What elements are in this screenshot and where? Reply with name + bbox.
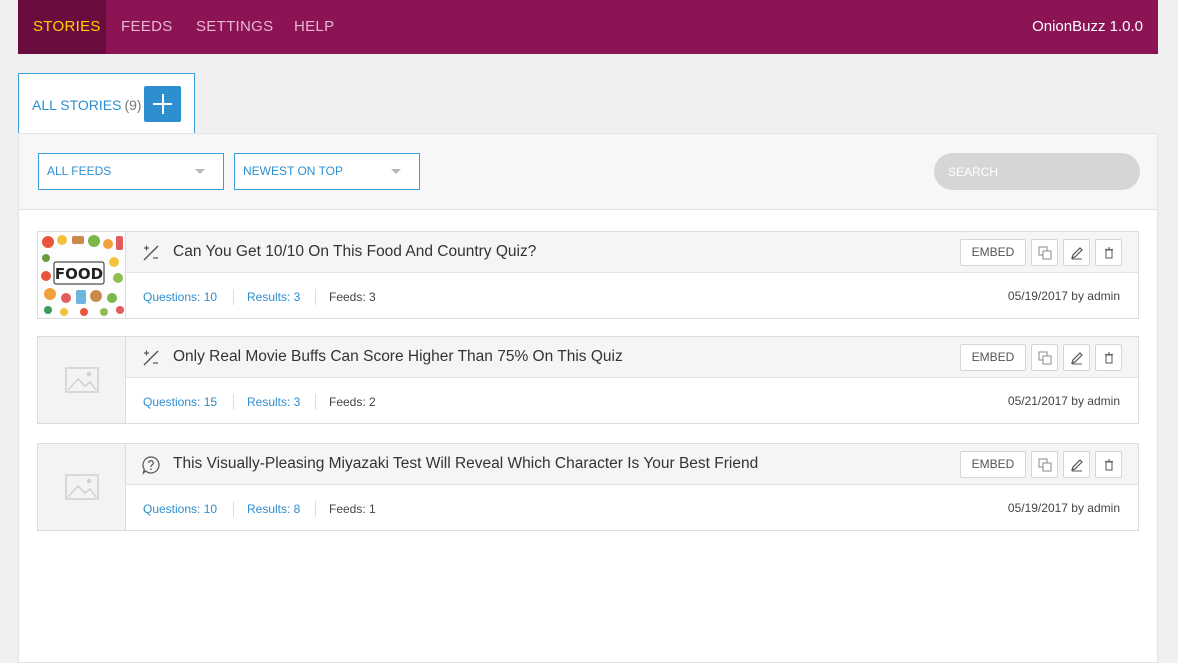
divider	[315, 394, 316, 410]
nav-feeds[interactable]: FEEDS	[121, 0, 173, 54]
story-meta: Questions: 10 Results: 3 Feeds: 3 05/19/…	[126, 273, 1138, 318]
divider	[233, 289, 234, 305]
questions-link[interactable]: Questions: 10	[143, 485, 217, 533]
feed-filter-select[interactable]: ALL FEEDS	[38, 153, 224, 190]
feed-filter-value: ALL FEEDS	[47, 164, 112, 178]
embed-button[interactable]: EMBED	[960, 239, 1026, 266]
delete-button[interactable]	[1095, 344, 1122, 371]
story-date: 05/19/2017 by admin	[1007, 289, 1120, 303]
embed-button[interactable]: EMBED	[960, 451, 1026, 478]
trash-icon	[1105, 247, 1113, 259]
question-bubble-icon	[142, 456, 160, 475]
percent-icon	[143, 350, 159, 366]
trash-icon	[1105, 459, 1113, 471]
chevron-down-icon	[391, 169, 401, 174]
sort-select[interactable]: NEWEST ON TOP	[234, 153, 420, 190]
feeds-count: Feeds: 1	[329, 502, 376, 516]
story-header: Can You Get 10/10 On This Food And Count…	[126, 232, 1138, 273]
story-header: This Visually-Pleasing Miyazaki Test Wil…	[126, 444, 1138, 485]
story-card: FOOD Can You Get 10/10 On This Food And …	[37, 231, 1139, 319]
questions-link[interactable]: Questions: 10	[143, 273, 217, 321]
app-brand: OnionBuzz 1.0.0	[1032, 18, 1143, 35]
tab-all-stories-label: ALL STORIES	[32, 97, 122, 113]
duplicate-button[interactable]	[1031, 239, 1058, 266]
delete-button[interactable]	[1095, 451, 1122, 478]
copy-icon	[1038, 351, 1052, 365]
story-thumbnail[interactable]	[38, 337, 126, 423]
nav-stories[interactable]: STORIES	[18, 0, 106, 54]
pencil-icon	[1071, 459, 1083, 472]
feeds-count: Feeds: 2	[329, 395, 376, 409]
duplicate-button[interactable]	[1031, 451, 1058, 478]
duplicate-button[interactable]	[1031, 344, 1058, 371]
divider	[315, 501, 316, 517]
results-link[interactable]: Results: 3	[247, 378, 300, 426]
food-image: FOOD	[38, 232, 125, 318]
divider	[233, 394, 234, 410]
edit-button[interactable]	[1063, 451, 1090, 478]
story-date: 05/21/2017 by admin	[1007, 394, 1120, 408]
story-thumbnail[interactable]: FOOD	[38, 232, 126, 318]
story-card: This Visually-Pleasing Miyazaki Test Wil…	[37, 443, 1139, 531]
chevron-down-icon	[195, 169, 205, 174]
story-meta: Questions: 10 Results: 8 Feeds: 1 05/19/…	[126, 485, 1138, 530]
embed-button[interactable]: EMBED	[960, 344, 1026, 371]
copy-icon	[1038, 246, 1052, 260]
results-link[interactable]: Results: 8	[247, 485, 300, 533]
search-input[interactable]	[934, 153, 1140, 190]
feeds-count: Feeds: 3	[329, 290, 376, 304]
edit-button[interactable]	[1063, 344, 1090, 371]
tab-all-stories[interactable]: ALL STORIES (9)	[18, 73, 195, 134]
story-title[interactable]: Only Real Movie Buffs Can Score Higher T…	[173, 337, 623, 377]
divider	[315, 289, 316, 305]
image-placeholder-icon	[65, 367, 99, 393]
copy-icon	[1038, 458, 1052, 472]
stories-count: (9)	[124, 97, 142, 113]
edit-button[interactable]	[1063, 239, 1090, 266]
story-card: Only Real Movie Buffs Can Score Higher T…	[37, 336, 1139, 424]
pencil-icon	[1071, 247, 1083, 260]
stories-panel: ALL FEEDS NEWEST ON TOP FOOD	[18, 133, 1158, 663]
divider	[233, 501, 234, 517]
svg-text:FOOD: FOOD	[55, 265, 103, 283]
story-header: Only Real Movie Buffs Can Score Higher T…	[126, 337, 1138, 378]
sort-value: NEWEST ON TOP	[243, 164, 344, 178]
pencil-icon	[1071, 352, 1083, 365]
story-thumbnail[interactable]	[38, 444, 126, 530]
image-placeholder-icon	[65, 474, 99, 500]
results-link[interactable]: Results: 3	[247, 273, 300, 321]
nav-help[interactable]: HELP	[294, 0, 334, 54]
tab-all-stories-text: ALL STORIES (9)	[32, 74, 142, 136]
story-title[interactable]: This Visually-Pleasing Miyazaki Test Wil…	[173, 444, 758, 484]
nav-settings[interactable]: SETTINGS	[196, 0, 273, 54]
add-story-button[interactable]	[144, 86, 181, 122]
story-meta: Questions: 15 Results: 3 Feeds: 2 05/21/…	[126, 378, 1138, 423]
story-date: 05/19/2017 by admin	[1007, 501, 1120, 515]
trash-icon	[1105, 352, 1113, 364]
percent-icon	[143, 245, 159, 261]
story-title[interactable]: Can You Get 10/10 On This Food And Count…	[173, 232, 536, 272]
filter-bar: ALL FEEDS NEWEST ON TOP	[19, 134, 1157, 210]
delete-button[interactable]	[1095, 239, 1122, 266]
top-nav: STORIES FEEDS SETTINGS HELP OnionBuzz 1.…	[18, 0, 1158, 54]
questions-link[interactable]: Questions: 15	[143, 378, 217, 426]
